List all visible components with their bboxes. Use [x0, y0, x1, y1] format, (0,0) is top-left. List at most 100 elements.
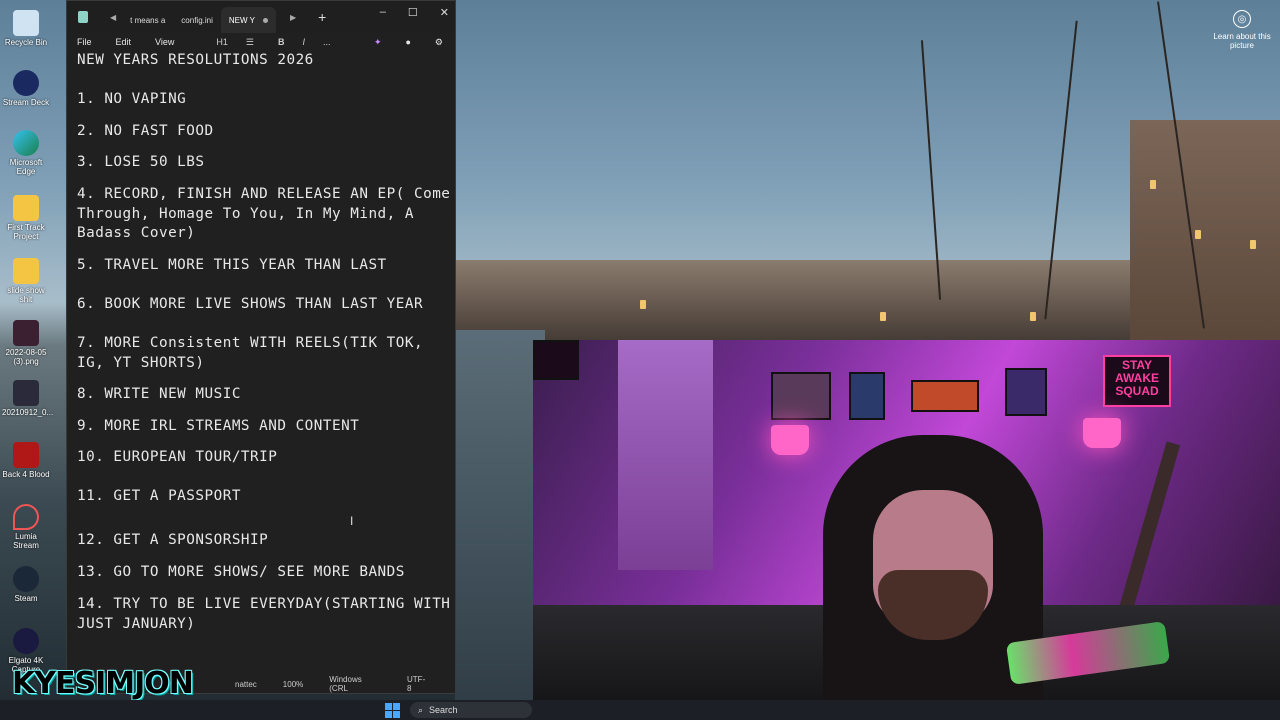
wallpaper-lit-window — [640, 300, 646, 309]
status-format: nattec — [235, 679, 257, 689]
resolution-line: 5. TRAVEL MORE THIS YEAR THAN LAST — [77, 257, 387, 273]
resolution-line: 10. EUROPEAN TOUR/TRIP — [77, 449, 278, 465]
resolution-line: 1. NO VAPING — [77, 91, 187, 107]
unsaved-dot-icon[interactable] — [262, 17, 268, 23]
desktop-icon-slide-show[interactable]: slide show shit — [2, 258, 50, 304]
wallpaper-canal — [455, 330, 545, 720]
windows-start-icon[interactable] — [385, 703, 400, 718]
notepad-window: ◀ t means a config.ini NEW Y ▶ + – ☐ ✕ F… — [66, 0, 456, 694]
window-controls: – ☐ ✕ — [380, 1, 449, 23]
webcam-poster — [1005, 368, 1047, 416]
desktop-icon-label: Lumia Stream — [13, 532, 39, 550]
folder-icon — [13, 258, 39, 284]
webcam-guitar — [1119, 441, 1181, 609]
webcam-feed: STAY AWAKE SQUAD — [533, 340, 1280, 720]
lumia-icon — [13, 504, 39, 530]
resolution-line: 4. RECORD, FINISH AND RELEASE AN EP( Com… — [77, 186, 451, 241]
webcam-poster — [771, 372, 831, 420]
minimize-icon[interactable]: – — [380, 6, 386, 18]
account-icon[interactable]: ● — [405, 37, 410, 48]
list-dropdown-icon[interactable]: ☰ — [246, 37, 254, 48]
desktop-icon-lumia[interactable]: Lumia Stream — [2, 504, 50, 550]
search-icon: ⌕ — [418, 704, 424, 715]
notepad-app-icon — [78, 11, 88, 23]
italic-button[interactable]: I — [302, 37, 305, 47]
notepad-titlebar: ◀ t means a config.ini NEW Y ▶ + – ☐ ✕ — [67, 1, 455, 33]
wallpaper-lit-window — [1250, 240, 1256, 249]
copilot-icon[interactable]: ✦ — [374, 37, 382, 48]
desktop-icon-label: 2022-08-05 (3).png — [5, 348, 47, 366]
desktop-icon-image-2021[interactable]: 20210912_0... — [2, 380, 54, 417]
desktop-icon-label: Back 4 Blood — [2, 470, 50, 479]
desktop-icon-steam[interactable]: Steam — [2, 566, 50, 603]
document-title: NEW YEARS RESOLUTIONS 2026 — [77, 52, 314, 68]
tab-label: NEW Y — [228, 15, 255, 25]
stream-deck-icon — [13, 70, 39, 96]
tab-scroll-right-icon[interactable]: ▶ — [290, 13, 296, 22]
more-options-button[interactable]: ... — [323, 37, 331, 47]
wallpaper-lit-window — [880, 312, 886, 321]
folder-icon — [13, 195, 39, 221]
resolution-line: 6. BOOK MORE LIVE SHOWS THAN LAST YEAR — [77, 296, 424, 312]
maximize-icon[interactable]: ☐ — [408, 6, 418, 19]
taskbar-search[interactable]: ⌕ Search — [410, 702, 532, 718]
tab-new-years[interactable]: NEW Y — [220, 7, 276, 33]
desktop-icon-edge[interactable]: Microsoft Edge — [2, 130, 50, 176]
notepad-editor[interactable]: NEW YEARS RESOLUTIONS 2026 1. NO VAPING … — [67, 51, 455, 675]
learn-about-picture[interactable]: ◎ Learn about this picture — [1212, 10, 1272, 50]
wallpaper-right-building — [1130, 120, 1280, 350]
tab-1[interactable]: t means a — [122, 7, 173, 33]
webcam-lamp — [771, 425, 809, 455]
steam-icon — [13, 566, 39, 592]
wallpaper-lit-window — [1150, 180, 1156, 189]
camera-icon: ◎ — [1233, 10, 1251, 28]
desktop-icon-back-4-blood[interactable]: Back 4 Blood — [2, 442, 50, 479]
resolution-line: 12. GET A SPONSORSHIP — [77, 532, 269, 548]
desktop-icon-label: First Track Project — [7, 223, 45, 241]
resolution-line: 11. GET A PASSPORT — [77, 488, 241, 504]
streamer-name-overlay: KYESIMJON — [12, 666, 194, 701]
menu-view[interactable]: View — [155, 37, 174, 47]
tab-config-ini[interactable]: config.ini — [173, 7, 221, 33]
tab-scroll-left-icon[interactable]: ◀ — [110, 13, 116, 22]
new-tab-plus-icon[interactable]: + — [318, 9, 326, 25]
taskbar-search-label: Search — [429, 705, 458, 715]
tab-label: config.ini — [181, 15, 213, 25]
notepad-menubar: File Edit View H1 ☰ B I ... ✦ ● ⚙ — [67, 33, 455, 51]
tab-label: t means a — [130, 15, 166, 25]
bold-button[interactable]: B — [278, 37, 285, 47]
resolution-line: 3. LOSE 50 LBS — [77, 154, 205, 170]
resolution-line: 13. GO TO MORE SHOWS/ SEE MORE BANDS — [77, 564, 405, 580]
desktop-icon-first-track[interactable]: First Track Project — [2, 195, 50, 241]
menu-edit[interactable]: Edit — [116, 37, 132, 47]
desktop-icon-label: 20210912_0... — [2, 408, 54, 417]
elgato-icon — [13, 628, 39, 654]
settings-gear-icon[interactable]: ⚙ — [435, 37, 443, 48]
resolution-line: 9. MORE IRL STREAMS AND CONTENT — [77, 418, 360, 434]
resolution-line: 7. MORE Consistent WITH REELS(TIK TOK, I… — [77, 335, 433, 371]
desktop-icon-label: Stream Deck — [2, 98, 50, 107]
webcam-poster — [911, 380, 979, 412]
webcam-lamp — [1083, 418, 1121, 448]
menu-file[interactable]: File — [77, 37, 92, 47]
status-zoom[interactable]: 100% — [283, 680, 303, 689]
resolution-line: 14. TRY TO BE LIVE EVERYDAY(STARTING WIT… — [77, 596, 451, 632]
desktop-icon-image-2022[interactable]: 2022-08-05 (3).png — [2, 320, 50, 366]
text-cursor-icon: I — [350, 514, 354, 528]
webcam-poster — [533, 340, 579, 380]
desktop-icon-label: Recycle Bin — [4, 38, 48, 47]
wallpaper-lit-window — [1195, 230, 1201, 239]
edge-icon — [13, 130, 39, 156]
recycle-bin-icon — [13, 10, 39, 36]
desktop-icon-label: Steam — [14, 594, 38, 603]
learn-about-picture-label: Learn about this picture — [1213, 32, 1271, 50]
close-icon[interactable]: ✕ — [440, 6, 449, 19]
desktop-icon-recycle-bin[interactable]: Recycle Bin — [2, 10, 50, 47]
resolution-line: 2. NO FAST FOOD — [77, 123, 214, 139]
game-icon — [13, 442, 39, 468]
image-file-icon — [13, 380, 39, 406]
desktop-icon-stream-deck[interactable]: Stream Deck — [2, 70, 50, 107]
heading-dropdown[interactable]: H1 — [216, 37, 228, 47]
webcam-door — [618, 340, 713, 570]
webcam-stay-awake-sign: STAY AWAKE SQUAD — [1103, 355, 1171, 407]
